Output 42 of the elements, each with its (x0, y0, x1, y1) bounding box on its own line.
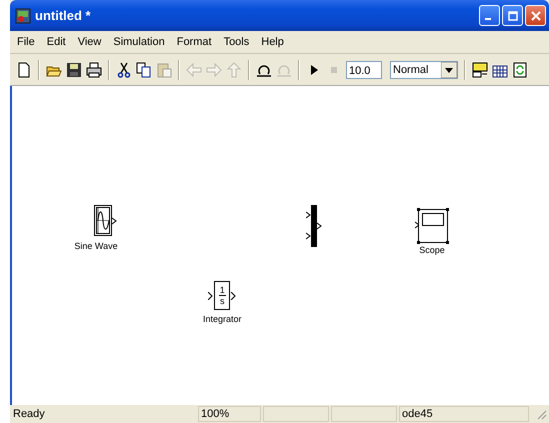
status-cell (331, 406, 397, 422)
close-icon (530, 10, 540, 20)
resize-grip-icon[interactable] (535, 408, 547, 420)
menu-item[interactable]: Edit (42, 34, 71, 50)
menu-item[interactable]: Format (172, 34, 217, 50)
library-icon[interactable] (472, 62, 488, 78)
copy-icon[interactable] (136, 62, 152, 78)
save-icon[interactable] (66, 62, 82, 78)
status-cell (263, 406, 329, 422)
scope-block[interactable] (415, 208, 449, 244)
print-icon[interactable] (86, 62, 102, 78)
solver-name: ode45 (399, 406, 529, 422)
status-message: Ready (12, 407, 46, 422)
cut-icon[interactable] (116, 62, 132, 78)
menu-item[interactable]: View (72, 34, 106, 50)
menu-item[interactable]: Help (256, 34, 289, 50)
block-label: Sine Wave (74, 241, 118, 251)
input-port-icon[interactable] (208, 292, 214, 300)
menu-item[interactable]: Tools (218, 34, 254, 50)
new-icon[interactable] (16, 62, 32, 78)
maximize-button[interactable] (502, 5, 523, 26)
minimize-button[interactable] (479, 5, 500, 26)
window-title: untitled * (35, 8, 92, 23)
refresh-icon[interactable] (512, 62, 528, 78)
mux-block[interactable] (306, 205, 324, 247)
menu-item[interactable]: Simulation (108, 34, 170, 50)
stop-time-field[interactable]: 10.0 (346, 60, 382, 78)
simulation-mode-dropdown[interactable]: Normal (390, 60, 458, 78)
maximize-icon (508, 10, 518, 20)
app-icon (15, 8, 31, 24)
minimize-icon (485, 18, 491, 20)
close-button[interactable] (525, 5, 546, 26)
output-port-icon[interactable] (230, 292, 236, 300)
block-label: Integrator (203, 314, 242, 324)
numerator: 1 (218, 285, 226, 296)
integrator-block[interactable]: 1 s (214, 281, 230, 310)
dropdown-arrow-icon[interactable] (441, 62, 457, 78)
block-label: Scope (419, 245, 445, 255)
sine-wave-block[interactable] (94, 205, 118, 237)
menu-item[interactable]: File (12, 34, 40, 50)
zoom-level: 100% (198, 406, 261, 422)
denominator: s (220, 296, 225, 306)
